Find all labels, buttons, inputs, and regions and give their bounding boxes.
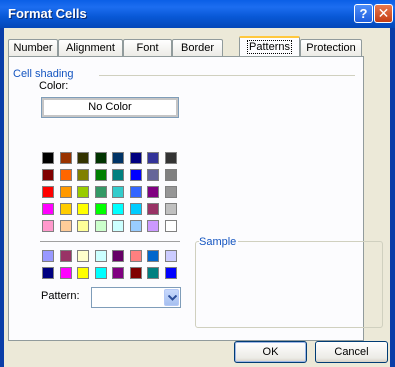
color-swatch[interactable] (112, 169, 124, 181)
color-swatch[interactable] (129, 203, 142, 215)
group-divider (99, 75, 355, 76)
close-icon: ✕ (377, 5, 390, 21)
sample-label: Sample (199, 236, 239, 248)
color-swatch[interactable] (164, 250, 177, 262)
color-swatch[interactable] (147, 267, 159, 279)
color-swatch[interactable] (59, 169, 72, 181)
no-color-button[interactable]: No Color (40, 96, 180, 119)
color-swatch[interactable] (164, 220, 177, 232)
color-swatch[interactable] (147, 186, 159, 198)
color-swatch[interactable] (129, 267, 142, 279)
tab-patterns[interactable]: Patterns (239, 36, 300, 57)
color-swatch[interactable] (94, 267, 107, 279)
color-swatch[interactable] (129, 250, 142, 262)
color-swatch[interactable] (164, 203, 177, 215)
dropdown-button[interactable] (164, 289, 179, 306)
palette-divider (40, 241, 180, 242)
color-swatch[interactable] (129, 186, 142, 198)
color-swatch[interactable] (112, 267, 124, 279)
title-bar[interactable]: Format Cells ? ✕ (0, 0, 395, 28)
window-title: Format Cells (8, 6, 87, 21)
color-swatch[interactable] (147, 250, 159, 262)
color-swatch[interactable] (147, 152, 159, 164)
color-swatch[interactable] (129, 152, 142, 164)
color-swatch[interactable] (129, 220, 142, 232)
sample-preview (195, 241, 383, 328)
format-cells-dialog: Format Cells ? ✕ Number Alignment Font B… (0, 0, 395, 367)
color-swatch[interactable] (164, 152, 177, 164)
help-icon: ? (359, 6, 368, 21)
color-label: Color: (39, 80, 69, 92)
color-swatch[interactable] (59, 267, 72, 279)
dialog-body: Number Alignment Font Border Patterns Pr… (4, 28, 390, 367)
patterns-panel: Cell shading Color: No Color Sample Patt… (8, 56, 383, 341)
tab-number[interactable]: Number (8, 39, 58, 56)
close-button[interactable]: ✕ (374, 4, 393, 23)
color-swatch[interactable] (94, 250, 107, 262)
color-swatch[interactable] (94, 152, 107, 164)
color-swatch[interactable] (147, 203, 159, 215)
pattern-label: Pattern: (41, 290, 80, 302)
color-swatch[interactable] (164, 267, 177, 279)
color-swatch[interactable] (77, 169, 89, 181)
color-swatch[interactable] (77, 203, 89, 215)
cancel-button[interactable]: Cancel (315, 341, 388, 363)
color-swatch[interactable] (112, 250, 124, 262)
tab-font[interactable]: Font (123, 39, 172, 56)
color-swatch[interactable] (112, 152, 124, 164)
color-swatch[interactable] (77, 186, 89, 198)
color-swatch[interactable] (59, 203, 72, 215)
color-swatch[interactable] (164, 186, 177, 198)
color-swatch[interactable] (42, 267, 54, 279)
color-swatch[interactable] (94, 203, 107, 215)
cell-shading-title: Cell shading (13, 68, 78, 80)
color-swatch[interactable] (59, 186, 72, 198)
color-swatch[interactable] (94, 220, 107, 232)
color-swatch[interactable] (112, 186, 124, 198)
color-swatch[interactable] (77, 220, 89, 232)
color-swatch[interactable] (112, 203, 124, 215)
color-swatch[interactable] (77, 250, 89, 262)
color-swatch[interactable] (94, 186, 107, 198)
color-swatch[interactable] (42, 186, 54, 198)
ok-button[interactable]: OK (234, 341, 307, 363)
color-swatch[interactable] (112, 220, 124, 232)
color-swatch[interactable] (42, 169, 54, 181)
color-swatch[interactable] (77, 152, 89, 164)
color-swatch[interactable] (94, 169, 107, 181)
pattern-dropdown[interactable] (91, 287, 181, 308)
color-swatch[interactable] (129, 169, 142, 181)
color-swatch[interactable] (59, 220, 72, 232)
color-swatch[interactable] (42, 220, 54, 232)
color-swatch[interactable] (147, 169, 159, 181)
chevron-down-icon (168, 295, 177, 301)
color-swatch[interactable] (59, 250, 72, 262)
tab-protection[interactable]: Protection (300, 39, 362, 56)
color-swatch[interactable] (42, 203, 54, 215)
color-swatch[interactable] (164, 169, 177, 181)
color-swatch[interactable] (42, 152, 54, 164)
help-button[interactable]: ? (354, 4, 373, 23)
tab-border[interactable]: Border (172, 39, 223, 56)
color-swatch[interactable] (42, 250, 54, 262)
tab-alignment[interactable]: Alignment (58, 39, 123, 56)
color-swatch[interactable] (59, 152, 72, 164)
color-swatch[interactable] (77, 267, 89, 279)
color-swatch[interactable] (147, 220, 159, 232)
